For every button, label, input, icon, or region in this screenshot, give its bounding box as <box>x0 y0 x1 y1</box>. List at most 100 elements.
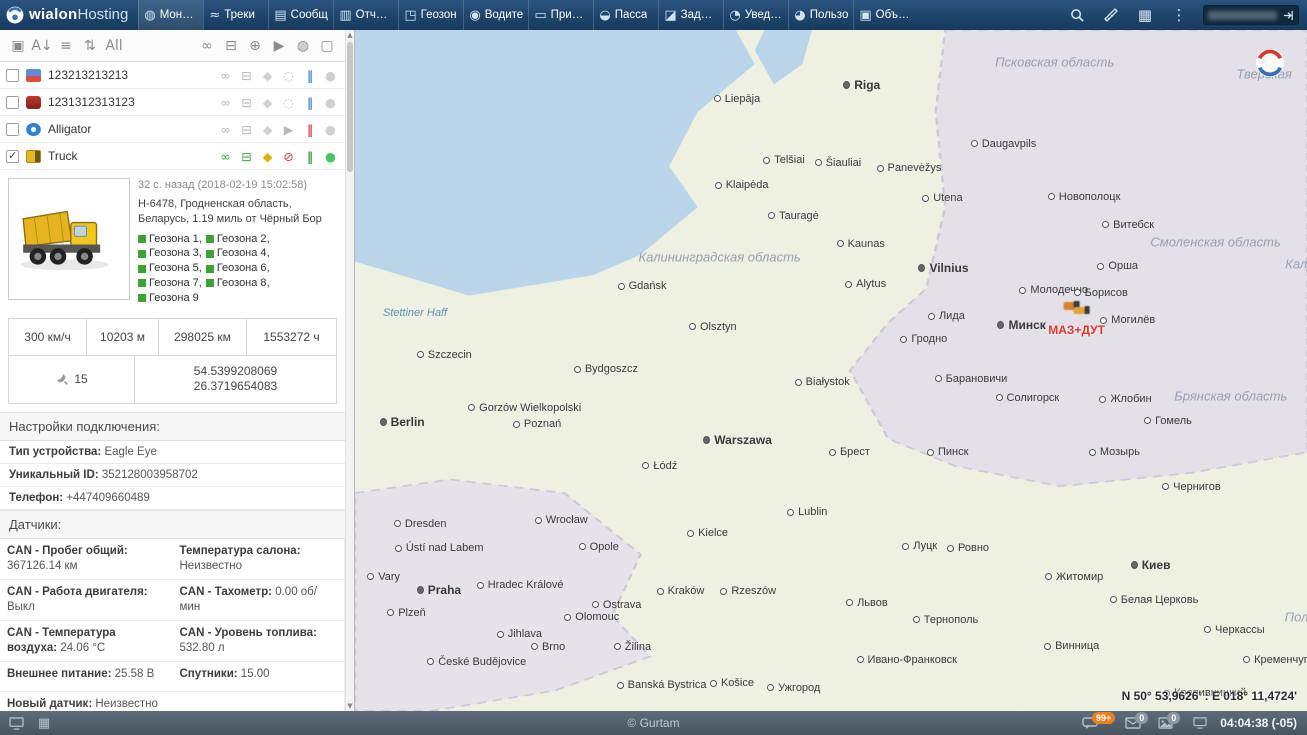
stat-coordinates: 54.5399208069 26.3719654083 <box>135 356 336 403</box>
unit-icon <box>26 96 41 109</box>
geozone-item[interactable]: Геозона 9 <box>138 291 199 306</box>
notifications-messages-button[interactable]: 99+ <box>1082 717 1115 730</box>
kebab-menu-icon[interactable]: ⋮ <box>1169 5 1189 25</box>
unit-name[interactable]: 123213213213 <box>48 68 215 82</box>
search-icon[interactable] <box>1067 5 1087 25</box>
sidebar-scrollbar[interactable]: ▲ ▼ <box>345 30 354 711</box>
map-place-label: Орша <box>1097 260 1138 272</box>
connection-value: 352128003958702 <box>102 469 198 481</box>
logout-icon[interactable] <box>1283 10 1294 21</box>
monitoring-toolbar: ▣A↓≡⇅All ∞⊟⊕▶◍▢ <box>0 30 345 62</box>
tab-drivers[interactable]: ◉ Водите <box>463 0 528 30</box>
map-place-label: Могилёв <box>1100 314 1155 326</box>
sensor-cell: CAN - Тахометр: 0.00 об/мин <box>173 580 346 621</box>
stat-engine-hours: 1553272 ч <box>247 319 336 355</box>
geozone-item[interactable]: Геозона 7 <box>138 276 202 291</box>
location-column-icon[interactable]: ⊕ <box>243 38 267 54</box>
direction-column-icon[interactable]: ▶ <box>267 38 291 54</box>
scrollbar-thumb[interactable] <box>347 42 353 172</box>
unit-marker[interactable]: МАЗ+ДУТ <box>1048 299 1105 337</box>
tab-icon: ◔ <box>729 8 740 23</box>
tab-trailers[interactable]: ▭ Прицеп <box>528 0 593 30</box>
user-account-box[interactable] <box>1203 5 1299 25</box>
tab-units[interactable]: ▣ Объект <box>853 0 918 30</box>
ruler-tool-icon[interactable] <box>1101 5 1121 25</box>
tab-messages[interactable]: ▤ Сообщ <box>268 0 333 30</box>
map-place-label: Opole <box>579 541 619 553</box>
connection-settings: Тип устройства: Eagle Eye Уникальный ID:… <box>0 441 345 510</box>
map-place-label: Белая Церковь <box>1110 594 1199 606</box>
scroll-up-icon[interactable]: ▲ <box>346 31 354 39</box>
mail-button[interactable]: 0 <box>1125 717 1148 729</box>
trailer-column-icon[interactable]: ⊟ <box>219 38 243 54</box>
tab-label: Геозон <box>421 9 457 21</box>
unit-row[interactable]: Truck ∞ ⊟ ◆ ⊘ ‖ ● <box>0 143 345 170</box>
media-button[interactable]: 0 <box>1158 717 1180 729</box>
selection-mode-icon[interactable]: ▣ <box>6 38 30 54</box>
map-place-label: Тернополь <box>913 614 979 626</box>
map-place-label: Гродно <box>900 333 947 345</box>
app-logo: wialonHosting <box>0 0 138 30</box>
connection-row: Уникальный ID: 352128003958702 <box>0 464 345 487</box>
map-place-label: Berlin <box>380 415 425 429</box>
unit-actuality-icon: ● <box>320 149 341 164</box>
geozone-item[interactable]: Геозона 4 <box>206 246 270 261</box>
apps-grid-icon[interactable]: ▦ <box>1135 5 1155 25</box>
map-place-label: Барановичи <box>935 373 1008 385</box>
bottom-grid-icon[interactable]: ▦ <box>34 714 54 732</box>
geozone-item[interactable]: Геозона 1 <box>138 232 202 247</box>
unit-row[interactable]: Alligator ∞ ⊟ ◆ ▶ ‖ ● <box>0 116 345 143</box>
top-bar: wialonHosting ◍ Монито ≈ Треки ▤ Сообщ <box>0 0 1307 30</box>
geozone-item[interactable]: Геозона 2 <box>206 232 270 247</box>
map-place-label: Брянская область <box>1174 388 1287 403</box>
stat-altitude: 10203 м <box>87 319 159 355</box>
map-place-label: Gdańsk <box>618 280 667 292</box>
map-place-label: Смоленская область <box>1150 234 1280 249</box>
sensor-cell: CAN - Температура воздуха: 24.06 °C <box>0 621 173 662</box>
unit-checkbox[interactable] <box>6 69 19 82</box>
monitor-column-icon[interactable]: ▢ <box>315 38 339 54</box>
bottom-panel-icon[interactable] <box>6 714 26 732</box>
unit-name[interactable]: 1231312313123 <box>48 95 215 109</box>
connection-label: Телефон: <box>9 492 63 504</box>
geozone-item[interactable]: Геозона 6 <box>206 261 270 276</box>
tab-geofences[interactable]: ◳ Геозон <box>398 0 463 30</box>
geozone-list: Геозона 1Геозона 2Геозона 3Геозона 4Геоз… <box>138 232 337 306</box>
connection-column-icon[interactable]: ∞ <box>195 38 219 54</box>
unit-connection-icon: ∞ <box>215 122 236 137</box>
geozone-item[interactable]: Геозона 8 <box>206 276 270 291</box>
map-place-label: Plzeň <box>387 607 426 619</box>
tab-notifications[interactable]: ◔ Уведом <box>723 0 788 30</box>
tab-reports[interactable]: ▥ Отчеты <box>333 0 398 30</box>
geozone-item[interactable]: Геозона 5 <box>138 261 202 276</box>
scroll-down-icon[interactable]: ▼ <box>346 702 354 710</box>
geozone-item[interactable]: Геозона 3 <box>138 246 202 261</box>
unit-name[interactable]: Truck <box>48 149 215 163</box>
sensor-cell: Температура салона: Неизвестно <box>173 539 346 580</box>
sort-az-icon[interactable]: A↓ <box>30 38 54 54</box>
unit-row[interactable]: 1231312313123 ∞ ⊟ ◆ ◌ ‖ ● <box>0 89 345 116</box>
tab-icon: ◕ <box>794 8 805 23</box>
map-place-label: Utena <box>922 192 962 204</box>
map[interactable]: Riga Псковская область Тверская Liepāja <box>355 30 1307 711</box>
unit-position-icon: ◆ <box>257 149 278 164</box>
show-all-icon[interactable]: All <box>102 38 126 54</box>
tab-monitoring[interactable]: ◍ Монито <box>138 0 203 30</box>
unit-checkbox[interactable] <box>6 96 19 109</box>
unit-row[interactable]: 123213213213 ∞ ⊟ ◆ ◌ ‖ ● <box>0 62 345 89</box>
unit-checkbox[interactable] <box>6 123 19 136</box>
tab-jobs[interactable]: ◪ Задани <box>658 0 723 30</box>
tab-users[interactable]: ◕ Пользо <box>788 0 853 30</box>
map-place-label: Новополоцк <box>1048 191 1121 203</box>
list-view-icon[interactable]: ≡ <box>54 38 78 54</box>
tab-icon: ≈ <box>209 8 220 23</box>
user-name-blurred <box>1208 11 1277 20</box>
tab-passengers[interactable]: ◒ Пасса <box>593 0 658 30</box>
monitor-status-icon[interactable] <box>1190 714 1210 732</box>
unit-checkbox[interactable] <box>6 150 19 163</box>
unit-photo[interactable] <box>8 178 130 300</box>
sort-filter-icon[interactable]: ⇅ <box>78 38 102 54</box>
unit-name[interactable]: Alligator <box>48 122 215 136</box>
tab-tracks[interactable]: ≈ Треки <box>203 0 268 30</box>
signal-column-icon[interactable]: ◍ <box>291 38 315 54</box>
